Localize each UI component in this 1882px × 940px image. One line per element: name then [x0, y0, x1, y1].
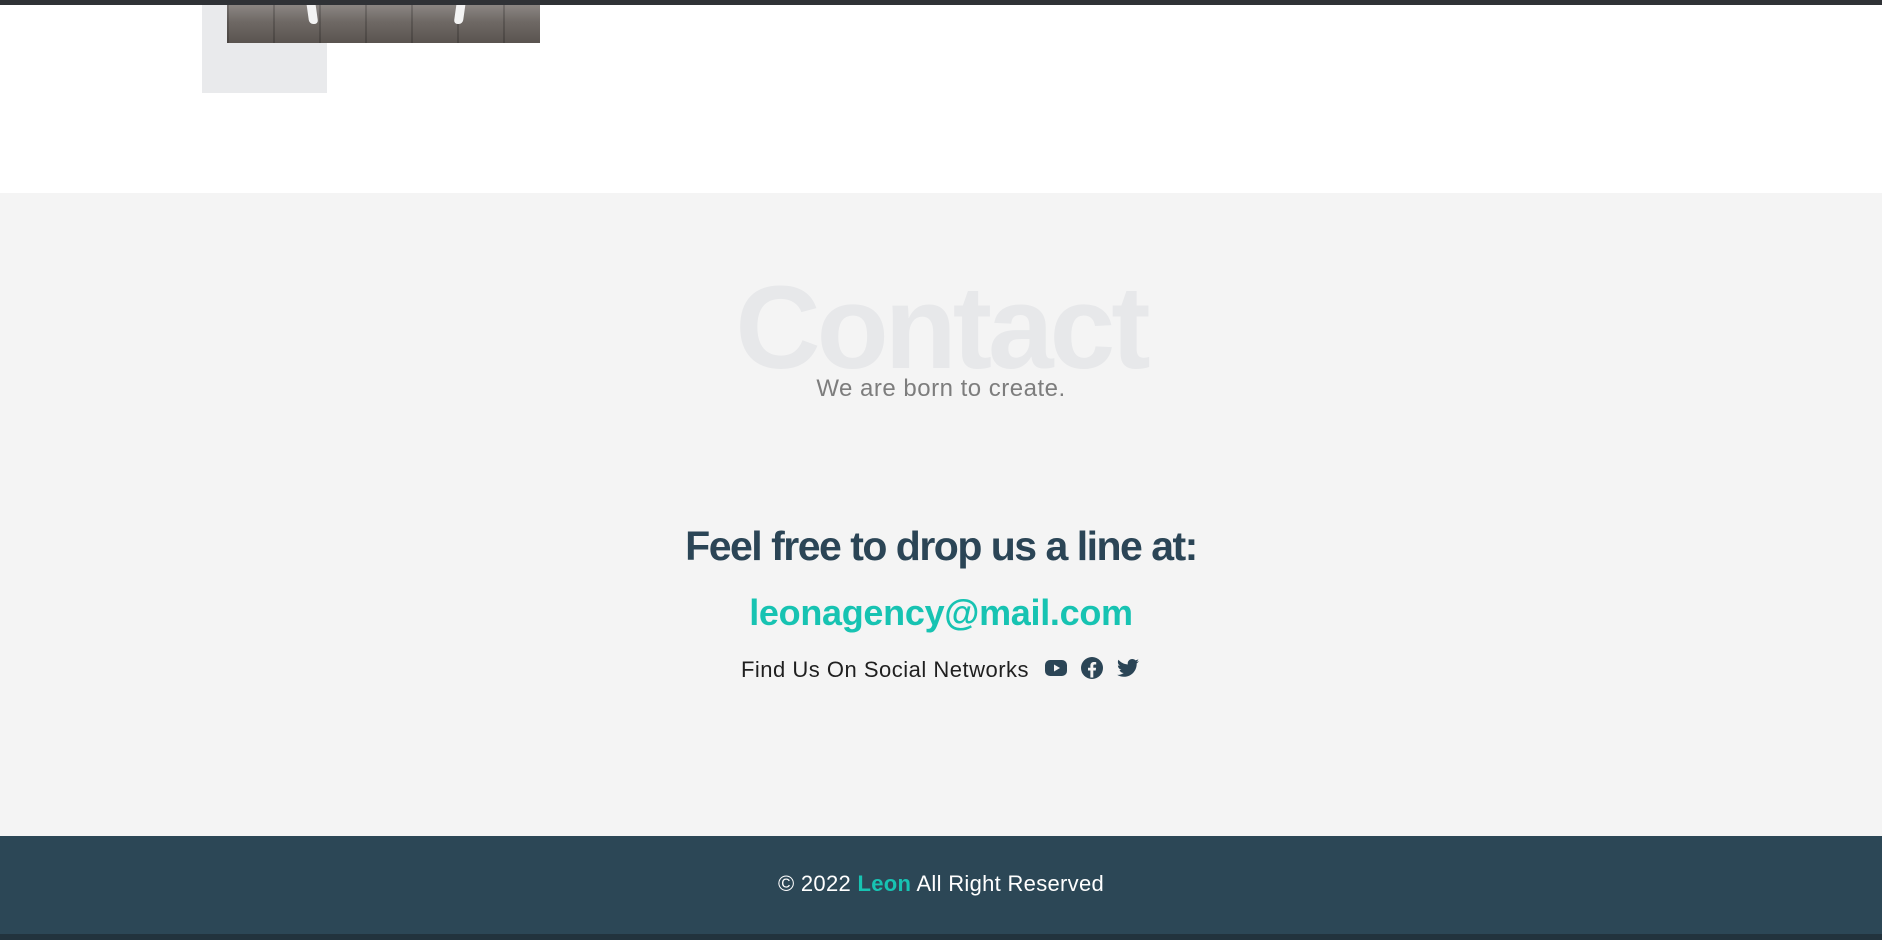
facebook-icon	[1080, 656, 1104, 685]
social-networks-row: Find Us On Social Networks	[0, 656, 1882, 684]
contact-email-link[interactable]: leonagency@mail.com	[0, 592, 1882, 634]
facebook-link[interactable]	[1079, 656, 1105, 685]
site-footer: © 2022 Leon All Right Reserved	[0, 836, 1882, 934]
about-section	[0, 5, 1882, 193]
chair-leg-shape	[453, 5, 466, 24]
footer-copyright: © 2022 Leon All Right Reserved	[0, 871, 1882, 897]
section-subtitle: We are born to create.	[816, 375, 1066, 402]
contact-heading: Feel free to drop us a line at:	[685, 523, 1198, 569]
copyright-year: © 2022	[777, 871, 852, 896]
youtube-icon	[1044, 656, 1068, 685]
footer-brand-link[interactable]: Leon	[857, 871, 911, 896]
bottom-border	[0, 934, 1882, 940]
chair-leg-shape	[306, 5, 319, 24]
social-networks-label: Find Us On Social Networks	[740, 657, 1030, 682]
twitter-link[interactable]	[1115, 657, 1141, 683]
contact-section: Contact We are born to create. Feel free…	[0, 193, 1882, 836]
twitter-icon	[1116, 656, 1140, 685]
rights-text: All Right Reserved	[916, 871, 1105, 896]
youtube-link[interactable]	[1043, 657, 1069, 683]
about-photo	[227, 5, 540, 43]
section-background-title: Contact	[735, 262, 1150, 394]
